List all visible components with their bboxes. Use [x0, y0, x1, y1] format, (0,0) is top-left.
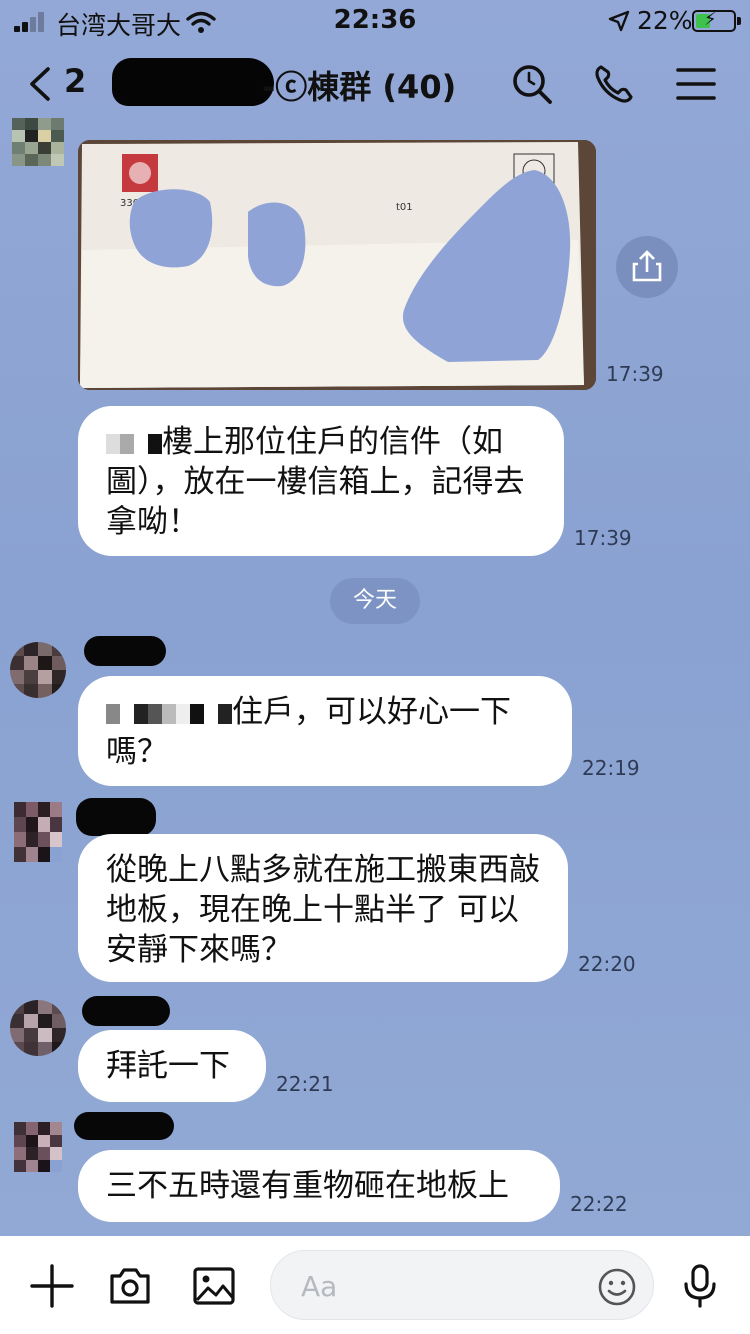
chat-screen: 台湾大哥大 22:36 22% ⚡ 2 -ⓒ棟群 (40) 3300 t01 1… [0, 0, 750, 1334]
sender-name-redaction [76, 798, 156, 836]
avatar[interactable] [10, 642, 66, 698]
chat-header: 2 -ⓒ棟群 (40) [0, 48, 750, 120]
sender-name-redaction [82, 996, 170, 1026]
message-time: 22:21 [276, 1072, 334, 1096]
back-chevron-icon[interactable] [24, 66, 54, 102]
title-redaction [112, 58, 274, 106]
message-text: 拜託一下 [106, 1048, 230, 1084]
shared-image[interactable]: 3300 t01 [78, 140, 596, 390]
redaction-blob [248, 202, 306, 287]
camera-icon[interactable] [106, 1262, 154, 1310]
date-separator: 今天 [330, 578, 420, 624]
message-input[interactable] [301, 1267, 591, 1305]
message-text: 樓上那位住戶的信件（如圖），放在一樓信箱上，記得去拿呦！ [106, 424, 525, 540]
search-icon[interactable] [510, 62, 554, 106]
redaction-blob [129, 189, 213, 268]
message-bubble[interactable]: 三不五時還有重物砸在地板上 [78, 1150, 560, 1222]
image-icon[interactable] [190, 1262, 238, 1310]
avatar[interactable] [14, 802, 62, 862]
plus-icon[interactable] [28, 1262, 76, 1310]
message-time: 22:19 [582, 756, 640, 780]
message-time: 22:22 [570, 1192, 628, 1216]
message-bubble[interactable]: 住戶，可以好心一下嗎？ [78, 676, 572, 786]
message-time: 17:39 [574, 526, 632, 550]
avatar[interactable] [10, 1000, 66, 1056]
message-text: 三不五時還有重物砸在地板上 [106, 1168, 509, 1204]
envelope-photo: 3300 t01 [78, 140, 596, 390]
status-bar: 台湾大哥大 22:36 22% ⚡ [0, 0, 750, 44]
message-input-bar [0, 1236, 750, 1334]
message-bubble[interactable]: 樓上那位住戶的信件（如圖），放在一樓信箱上，記得去拿呦！ [78, 406, 564, 556]
unread-count[interactable]: 2 [64, 62, 86, 100]
message-input-field[interactable] [270, 1250, 654, 1320]
phone-icon[interactable] [592, 62, 636, 106]
share-button[interactable] [616, 236, 678, 298]
battery-percent: 22% [637, 6, 693, 35]
chat-title: -ⓒ棟群 (40) [262, 68, 457, 106]
message-bubble[interactable]: 從晚上八點多就在施工搬東西敲地板，現在晚上十點半了 可以安靜下來嗎？ [78, 834, 568, 982]
sender-name-redaction [84, 636, 166, 666]
avatar[interactable] [12, 118, 64, 166]
menu-icon[interactable] [674, 62, 718, 106]
message-time: 22:20 [578, 952, 636, 976]
emoji-icon[interactable] [597, 1267, 637, 1307]
battery-icon: ⚡ [692, 9, 741, 32]
message-time: 17:39 [606, 362, 664, 386]
label-room: t01 [396, 202, 413, 213]
message-text: 從晚上八點多就在施工搬東西敲地板，現在晚上十點半了 可以安靜下來嗎？ [106, 852, 540, 968]
location-arrow-icon [608, 10, 630, 32]
microphone-icon[interactable] [676, 1262, 724, 1310]
avatar[interactable] [14, 1122, 62, 1172]
message-bubble[interactable]: 拜託一下 [78, 1030, 266, 1102]
share-icon [632, 250, 662, 282]
sender-name-redaction [74, 1112, 174, 1140]
